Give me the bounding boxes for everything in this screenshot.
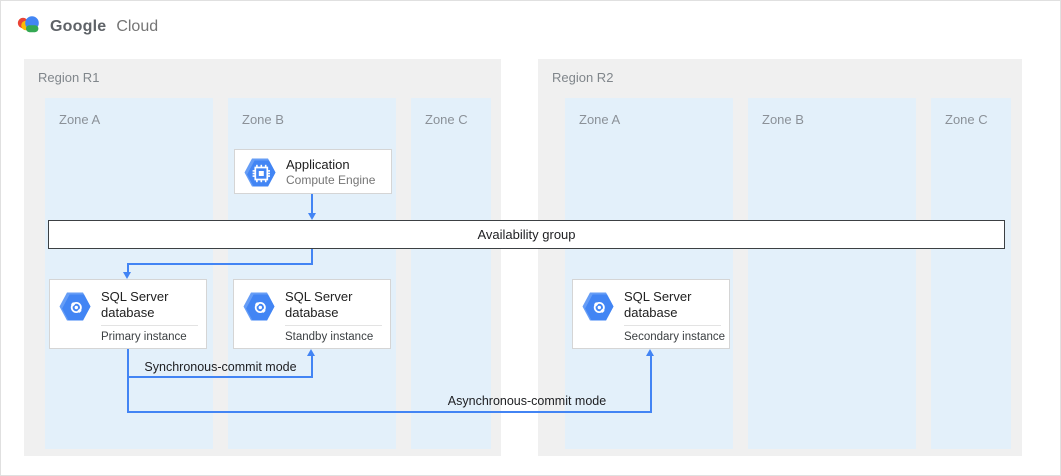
- compute-engine-icon: [244, 158, 276, 192]
- zone-label: Zone C: [945, 112, 988, 127]
- zone-label: Zone B: [242, 112, 284, 127]
- db-title: SQL Server database: [285, 289, 385, 321]
- sql-server-primary-node: SQL Server database Primary instance: [49, 279, 207, 349]
- google-cloud-logo-icon: [15, 13, 42, 40]
- connector-group-to-primary-v1: [311, 249, 313, 264]
- connector-group-to-primary-h: [127, 263, 313, 265]
- sql-server-database-icon: [59, 292, 91, 326]
- sql-server-database-icon: [243, 292, 275, 326]
- arrow-up-icon: [646, 349, 654, 356]
- sql-server-database-icon: [582, 292, 614, 326]
- connector-primary-out-vertical: [127, 349, 129, 412]
- availability-group-bar: Availability group: [48, 220, 1005, 249]
- arrow-down-icon: [308, 213, 316, 220]
- zone-label: Zone C: [425, 112, 468, 127]
- sql-server-standby-node: SQL Server database Standby instance: [233, 279, 391, 349]
- application-subtitle: Compute Engine: [286, 173, 375, 187]
- db-instance-label: Secondary instance: [624, 331, 725, 343]
- sql-server-secondary-node: SQL Server database Secondary instance: [572, 279, 730, 349]
- connector-async-horizontal: [127, 411, 652, 413]
- db-title: SQL Server database: [101, 289, 201, 321]
- zone-label: Zone A: [59, 112, 100, 127]
- db-instance-label: Primary instance: [101, 331, 187, 343]
- region-r2-label: Region R2: [552, 70, 613, 85]
- card-divider: [285, 325, 382, 326]
- region-r2-zone-b: Zone B: [748, 98, 916, 449]
- zone-label: Zone B: [762, 112, 804, 127]
- db-title: SQL Server database: [624, 289, 724, 321]
- google-cloud-logo: Google Cloud: [15, 13, 158, 40]
- connector-async-vertical: [650, 355, 652, 412]
- arrow-down-icon: [123, 272, 131, 279]
- diagram-canvas: Google Cloud Region R1 Zone A Zone B Zone…: [0, 0, 1061, 476]
- zone-label: Zone A: [579, 112, 620, 127]
- brand-cloud: Cloud: [116, 18, 158, 36]
- application-title: Application: [286, 157, 350, 173]
- region-r2-zone-c: Zone C: [931, 98, 1011, 449]
- availability-group-label: Availability group: [477, 227, 575, 242]
- brand-google: Google: [50, 18, 106, 36]
- region-r1-label: Region R1: [38, 70, 99, 85]
- card-divider: [624, 325, 721, 326]
- application-node: Application Compute Engine: [234, 149, 392, 194]
- db-instance-label: Standby instance: [285, 331, 373, 343]
- sync-commit-label: Synchronous-commit mode: [128, 360, 313, 374]
- card-divider: [101, 325, 198, 326]
- async-commit-label: Asynchronous-commit mode: [427, 394, 627, 408]
- connector-app-to-group: [311, 194, 313, 213]
- connector-sync-horizontal: [127, 376, 313, 378]
- arrow-up-icon: [307, 349, 315, 356]
